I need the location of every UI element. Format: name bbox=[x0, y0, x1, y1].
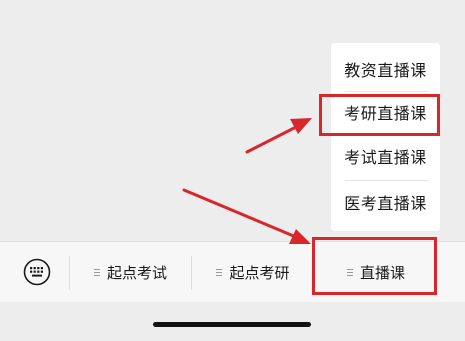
menu-item-teacher-cert-live[interactable]: 教资直播课 bbox=[331, 49, 440, 93]
tab-label: 起点考试 bbox=[106, 263, 167, 282]
tab-qidian-exam[interactable]: 起点考试 bbox=[70, 242, 191, 302]
highlight-box-postgrad-live bbox=[319, 94, 440, 136]
highlight-box-live-course-tab bbox=[312, 237, 437, 295]
live-course-popup-menu: 教资直播课 考研直播课 考试直播课 医考直播课 bbox=[331, 43, 440, 231]
menu-lines-icon bbox=[216, 268, 223, 276]
menu-divider bbox=[345, 180, 429, 181]
home-indicator bbox=[153, 322, 311, 327]
arrow-to-live-course-tab-icon bbox=[182, 188, 311, 244]
arrow-to-postgrad-live-icon bbox=[245, 118, 312, 154]
menu-lines-icon bbox=[93, 268, 100, 276]
keyboard-icon[interactable] bbox=[23, 258, 51, 286]
tab-label: 起点考研 bbox=[229, 263, 290, 282]
menu-item-exam-live[interactable]: 考试直播课 bbox=[331, 136, 440, 180]
wechat-official-account-screen: 教资直播课 考研直播课 考试直播课 医考直播课 起点考试 起点考研 直播课 bbox=[0, 0, 465, 341]
tab-qidian-postgrad[interactable]: 起点考研 bbox=[192, 242, 314, 302]
menu-item-medical-exam-live[interactable]: 医考直播课 bbox=[331, 182, 440, 226]
